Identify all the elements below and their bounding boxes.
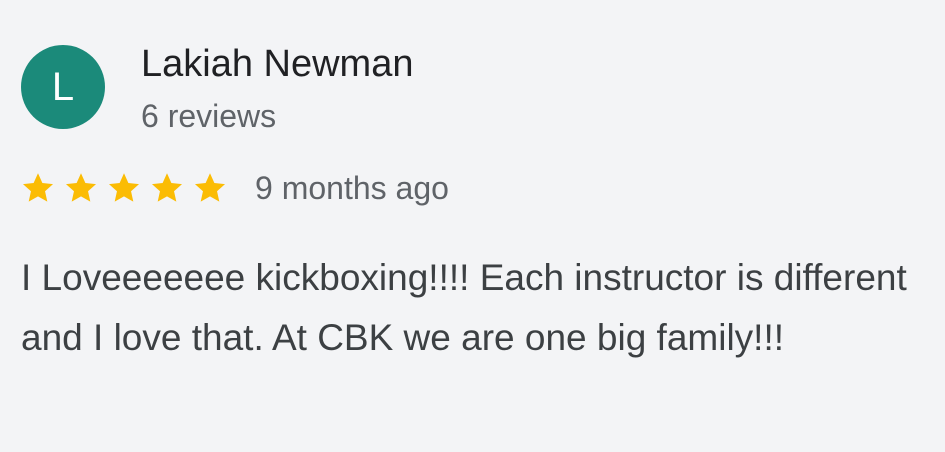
avatar[interactable]: L xyxy=(21,45,105,129)
review-text: I Loveeeeeee kickboxing!!!! Each instruc… xyxy=(21,257,907,358)
star-icon xyxy=(65,173,97,202)
review-card: L Lakiah Newman 6 reviews 9 months ago I… xyxy=(0,0,945,452)
rating-row: 9 months ago xyxy=(21,166,449,210)
review-count[interactable]: 6 reviews xyxy=(141,96,276,136)
star-icon xyxy=(194,173,226,202)
star-icon xyxy=(22,173,54,202)
star-icon xyxy=(151,173,183,202)
reviewer-name[interactable]: Lakiah Newman xyxy=(141,40,413,88)
avatar-initial: L xyxy=(51,64,75,109)
star-rating xyxy=(21,171,227,205)
review-date: 9 months ago xyxy=(255,170,449,206)
star-icon xyxy=(108,173,140,202)
